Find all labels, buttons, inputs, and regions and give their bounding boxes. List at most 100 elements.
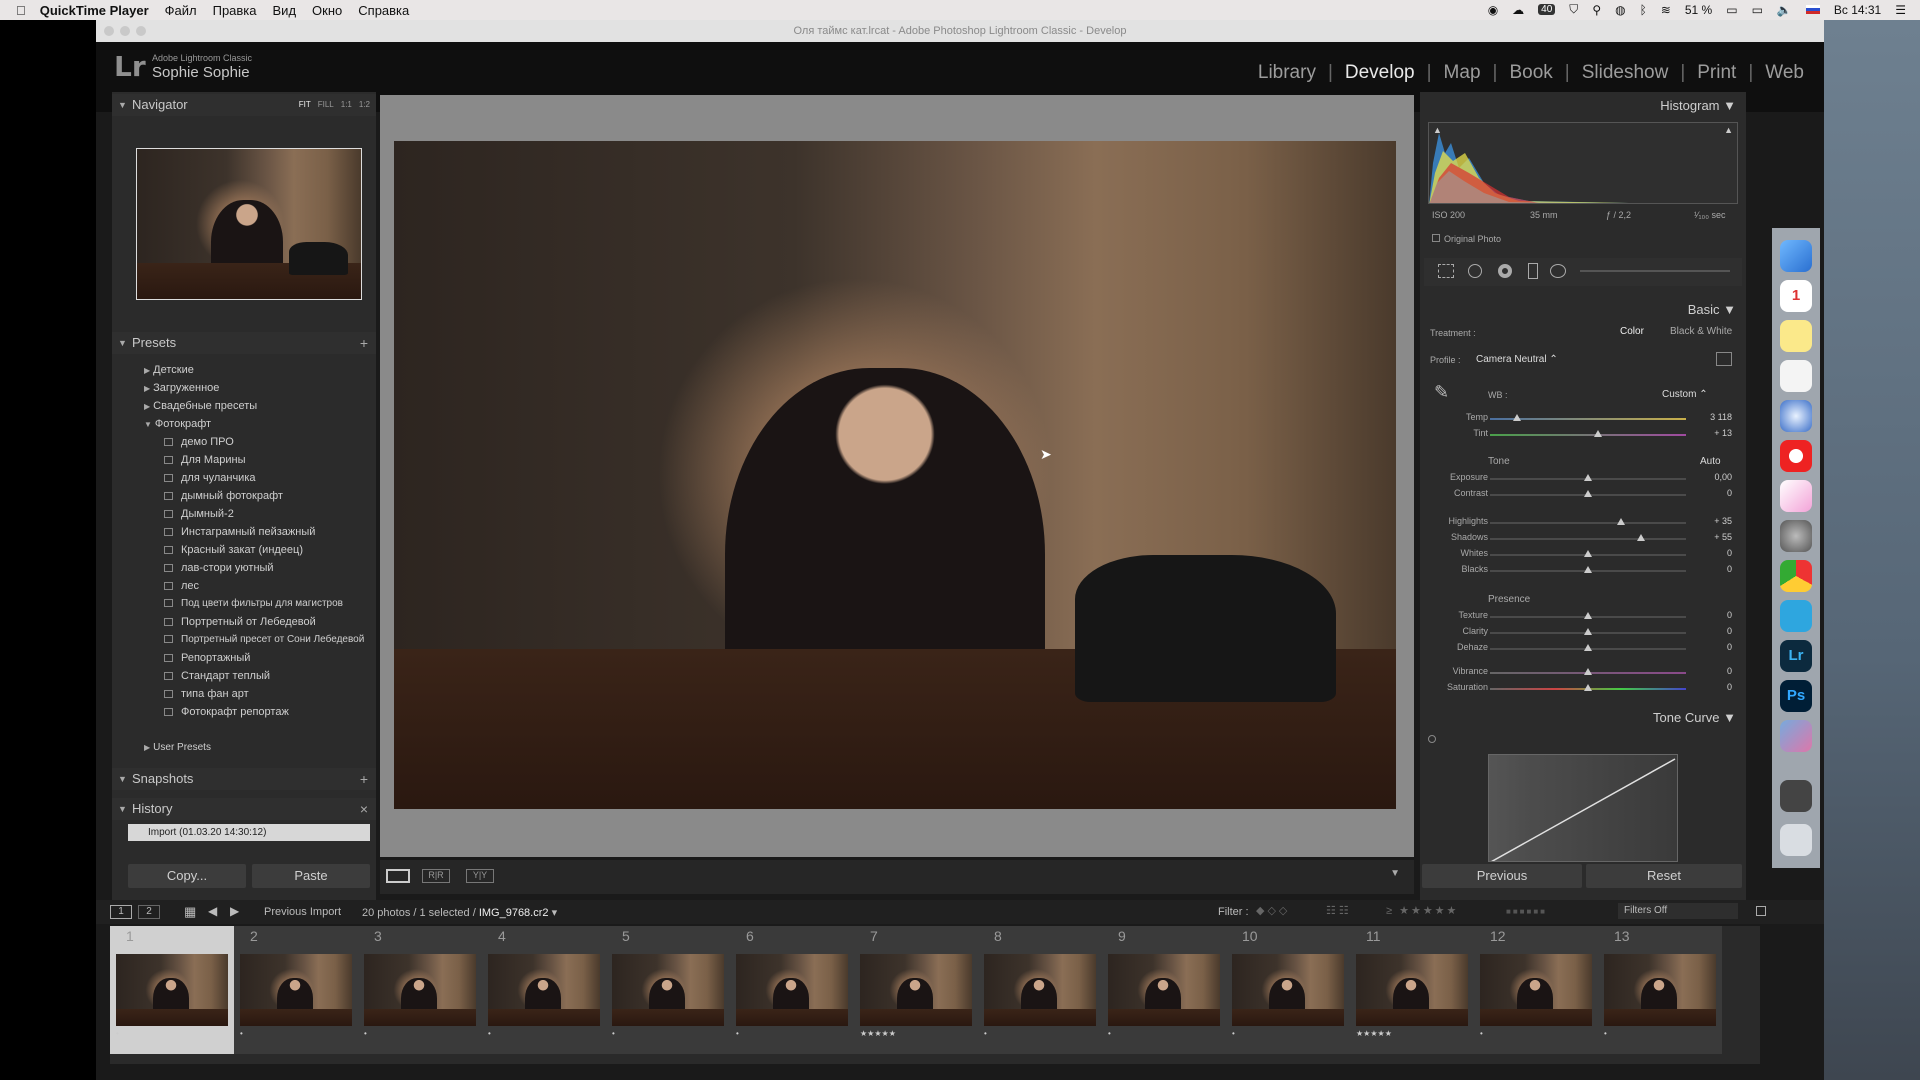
airplay-icon[interactable]: ▭ [1752, 3, 1763, 17]
basic-header[interactable]: Basic ▼ [1688, 302, 1736, 317]
profile-browser-icon[interactable] [1716, 352, 1732, 366]
filmstrip-thumbnail[interactable] [984, 954, 1096, 1026]
zoom-fill[interactable]: FILL [318, 94, 334, 116]
monitor-1-icon[interactable]: 1 [110, 905, 132, 919]
slider-value[interactable]: 3 118 [1710, 412, 1732, 422]
preset-item[interactable]: Портретный от Лебедевой [164, 616, 316, 628]
slider-tint[interactable]: Tint + 13 [1420, 428, 1746, 442]
filmstrip-rating[interactable]: • [1108, 1029, 1111, 1038]
slider-track[interactable] [1490, 522, 1686, 524]
slider-value[interactable]: + 35 [1714, 516, 1732, 526]
filmstrip-rating[interactable]: • [116, 1029, 119, 1038]
creative-cloud-icon[interactable]: ☁ [1512, 3, 1524, 17]
filmstrip-thumbnail[interactable] [1604, 954, 1716, 1026]
menu-view[interactable]: Вид [273, 3, 297, 18]
slider-value[interactable]: 0 [1727, 610, 1732, 620]
notes-icon[interactable] [1780, 320, 1812, 352]
preset-item[interactable]: лес [164, 580, 199, 592]
loupe-view-icon[interactable] [386, 869, 410, 883]
slider-vibrance[interactable]: Vibrance 0 [1420, 666, 1746, 680]
battery-label[interactable]: 51 % [1685, 3, 1712, 17]
filmstrip-cell[interactable]: 4 • [482, 926, 606, 1054]
forward-arrow-icon[interactable]: ▶ [230, 904, 239, 918]
slider-value[interactable]: + 55 [1714, 532, 1732, 542]
filmstrip-source[interactable]: Previous Import [264, 906, 341, 918]
slider-track[interactable] [1490, 434, 1686, 436]
preset-item[interactable]: Инстаграмный пейзажный [164, 526, 315, 538]
preset-item[interactable]: Красный закат (индеец) [164, 544, 303, 556]
itunes-icon[interactable] [1780, 480, 1812, 512]
filmstrip-cell[interactable]: 2 • [234, 926, 358, 1054]
slider-thumb[interactable] [1593, 430, 1602, 437]
preset-group[interactable]: ▶ Свадебные пресеты [144, 400, 257, 412]
rating-filter-stars[interactable]: ≥ ★★★★★ [1386, 904, 1458, 917]
filmstrip-rating[interactable]: • [1480, 1029, 1483, 1038]
filmstrip-rating[interactable]: • [1232, 1029, 1235, 1038]
filmstrip-rating[interactable]: • [364, 1029, 367, 1038]
filmstrip-thumbnail[interactable] [488, 954, 600, 1026]
filmstrip-cell[interactable]: 6 • [730, 926, 854, 1054]
preset-item[interactable]: лав-стори уютный [164, 562, 274, 574]
filmstrip-cell[interactable]: 12 • [1474, 926, 1598, 1054]
original-photo-checkbox[interactable]: Original Photo [1432, 234, 1501, 244]
treatment-color[interactable]: Color [1620, 326, 1644, 337]
history-item[interactable]: Import (01.03.20 14:30:12) [128, 824, 370, 841]
grid-icon[interactable]: ▦ [184, 904, 196, 920]
back-arrow-icon[interactable]: ◀ [208, 904, 217, 918]
brush-slider[interactable] [1580, 270, 1730, 272]
preset-item[interactable]: Под цвети фильтры для магистров [164, 598, 343, 609]
preset-item[interactable]: для чуланчика [164, 472, 256, 484]
minimize-window-button[interactable] [120, 26, 130, 36]
telegram-icon[interactable] [1780, 600, 1812, 632]
curve-target-icon[interactable] [1428, 735, 1436, 743]
filmstrip-thumbnail[interactable] [1232, 954, 1344, 1026]
filmstrip-cell[interactable]: 5 • [606, 926, 730, 1054]
filmstrip-thumbnail[interactable] [1108, 954, 1220, 1026]
slider-blacks[interactable]: Blacks 0 [1420, 564, 1746, 578]
filmstrip-cell[interactable]: 9 • [1102, 926, 1226, 1054]
presets-header[interactable]: ▼ Presets + [112, 332, 376, 354]
slider-value[interactable]: 0,00 [1714, 472, 1732, 482]
filmstrip-cell[interactable]: 3 • [358, 926, 482, 1054]
search-icon[interactable]: ⚲ [1592, 3, 1601, 17]
filmstrip-cell[interactable]: 8 • [978, 926, 1102, 1054]
filmstrip-cell[interactable]: 11 ★★★★★ [1350, 926, 1474, 1054]
reset-button[interactable]: Reset [1586, 864, 1742, 888]
red-eye-icon[interactable] [1498, 264, 1512, 278]
siri-icon[interactable]: ◍ [1615, 3, 1625, 17]
preset-item[interactable]: Портретный пресет от Сони Лебедевой [164, 634, 364, 645]
navigator-preview[interactable] [136, 148, 362, 300]
clock[interactable]: Вс 14:31 [1834, 3, 1881, 17]
preset-group-user[interactable]: ▶ User Presets [144, 742, 211, 753]
quicktime-icon[interactable] [1780, 400, 1812, 432]
preset-group[interactable]: ▶ Детские [144, 364, 194, 376]
auto-tone-button[interactable]: Auto [1700, 456, 1721, 467]
bluetooth-icon[interactable]: ᛒ [1640, 3, 1647, 17]
lightroom-dock-icon[interactable]: Lr [1780, 640, 1812, 672]
slider-clarity[interactable]: Clarity 0 [1420, 626, 1746, 640]
slider-thumb[interactable] [1584, 550, 1592, 557]
filmstrip-thumbnail[interactable] [612, 954, 724, 1026]
before-after-icon[interactable]: R|R [422, 869, 450, 883]
histogram-header[interactable]: Histogram ▼ [1660, 98, 1736, 113]
previous-button[interactable]: Previous [1422, 864, 1582, 888]
filmstrip-rating[interactable]: • [984, 1029, 987, 1038]
slider-thumb[interactable] [1584, 644, 1592, 651]
trash-icon[interactable] [1780, 824, 1812, 856]
finder-icon[interactable] [1780, 240, 1812, 272]
filmstrip-cell[interactable]: 13 • [1598, 926, 1722, 1054]
filmstrip-cell[interactable]: 1 • [110, 926, 234, 1054]
module-slideshow[interactable]: Slideshow [1570, 62, 1681, 84]
downloads-icon[interactable] [1780, 780, 1812, 812]
slider-shadows[interactable]: Shadows + 55 [1420, 532, 1746, 546]
filmstrip-rating[interactable]: ★★★★★ [1356, 1029, 1392, 1038]
zoom-window-button[interactable] [136, 26, 146, 36]
paste-button[interactable]: Paste [252, 864, 370, 888]
slider-whites[interactable]: Whites 0 [1420, 548, 1746, 562]
chrome-icon[interactable] [1780, 560, 1812, 592]
wb-dropdown[interactable]: Custom ⌃ [1662, 389, 1708, 400]
crop-tool-icon[interactable] [1438, 264, 1454, 278]
zoom-1-1[interactable]: 1:1 [341, 94, 352, 116]
photoshop-dock-icon[interactable]: Ps [1780, 680, 1812, 712]
wb-eyedropper-icon[interactable]: ✎ [1434, 382, 1449, 403]
